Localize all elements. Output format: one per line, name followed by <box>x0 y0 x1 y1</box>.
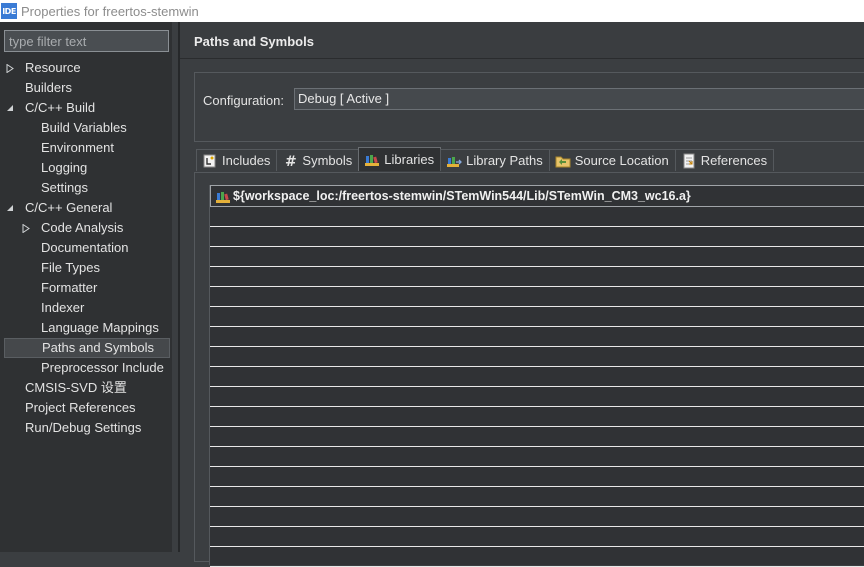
tree-item-label: Environment <box>41 140 114 155</box>
title-bar: IDE Properties for freertos-stemwin <box>0 0 864 22</box>
tree-item-label: Code Analysis <box>41 220 124 235</box>
expanded-triangle-icon[interactable] <box>5 198 15 218</box>
tree-item-label: Project References <box>25 400 136 415</box>
filter-input[interactable] <box>4 30 169 52</box>
tree-item[interactable]: File Types <box>0 258 172 278</box>
tree-item[interactable]: Run/Debug Settings <box>0 418 172 438</box>
empty-row <box>210 487 864 507</box>
tab-label: Includes <box>222 153 271 168</box>
tree-item-label: Builders <box>25 80 72 95</box>
tree-item-label: Settings <box>41 180 88 195</box>
tree-item[interactable]: Paths and Symbols <box>4 338 170 358</box>
tab-label: Source Location <box>574 153 669 168</box>
empty-row <box>210 267 864 287</box>
tree-item[interactable]: Preprocessor Include <box>0 358 172 378</box>
library-icon <box>364 152 380 168</box>
tab-references[interactable]: References <box>674 149 775 171</box>
tab-label: Library Paths <box>466 153 543 168</box>
expanded-triangle-icon[interactable] <box>5 98 15 118</box>
tab-label: References <box>700 153 768 168</box>
tab-strip: Includes # Symbols Libraries Library Paths So… <box>196 147 775 172</box>
window-title: Properties for freertos-stemwin <box>21 3 199 19</box>
tree-item-label: Documentation <box>41 240 129 255</box>
tree-item-label: Language Mappings <box>41 320 159 335</box>
tree-item-label: C/C++ General <box>25 200 113 215</box>
tree-item-label: Run/Debug Settings <box>25 420 142 435</box>
tree-item-label: Indexer <box>41 300 85 315</box>
tree-item-label: File Types <box>41 260 101 275</box>
tree-item-label: Resource <box>25 60 81 75</box>
folder-icon <box>555 153 571 169</box>
empty-row <box>210 247 864 267</box>
empty-row <box>210 287 864 307</box>
tree-item[interactable]: Resource <box>0 58 172 78</box>
collapsed-triangle-icon[interactable] <box>21 218 31 238</box>
collapsed-triangle-icon[interactable] <box>5 58 15 78</box>
tree-item-label: Logging <box>41 160 88 175</box>
empty-row <box>210 207 864 227</box>
empty-row <box>210 447 864 467</box>
empty-row <box>210 547 864 567</box>
tree-item-label: Paths and Symbols <box>42 340 155 355</box>
empty-row <box>210 527 864 547</box>
tab-label: Libraries <box>384 152 435 167</box>
property-page: Paths and Symbols Configuration: Debug [… <box>180 22 864 567</box>
libraries-list[interactable]: ${workspace_loc:/freertos-stemwin/STemWi… <box>209 185 864 567</box>
tree-item-label: C/C++ Build <box>25 100 96 115</box>
empty-row <box>210 427 864 447</box>
library-row[interactable]: ${workspace_loc:/freertos-stemwin/STemWi… <box>210 185 864 207</box>
tab-libraries[interactable]: Libraries <box>358 147 442 171</box>
tab-includes[interactable]: Includes <box>196 149 278 171</box>
includes-icon <box>202 153 218 169</box>
library-icon <box>215 189 231 203</box>
empty-row <box>210 467 864 487</box>
tree-item-label: Build Variables <box>41 120 127 135</box>
empty-row <box>210 367 864 387</box>
tree-item[interactable]: Language Mappings <box>0 318 172 338</box>
references-icon <box>681 153 697 169</box>
tab-library-paths[interactable]: Library Paths <box>440 149 550 171</box>
tree-item[interactable]: Logging <box>0 158 172 178</box>
empty-row <box>210 407 864 427</box>
tree-item[interactable]: Build Variables <box>0 118 172 138</box>
configuration-label: Configuration: <box>203 93 284 108</box>
tree-item[interactable]: Settings <box>0 178 172 198</box>
configuration-select[interactable]: Debug [ Active ] <box>294 88 864 110</box>
tree-item[interactable]: Environment <box>0 138 172 158</box>
libraries-panel: ${workspace_loc:/freertos-stemwin/STemWi… <box>194 172 864 567</box>
tree-item-label: CMSIS-SVD 设置 <box>25 380 127 395</box>
tree-item-label: Formatter <box>41 280 98 295</box>
tree-item[interactable]: C/C++ Build <box>0 98 172 118</box>
tab-symbols[interactable]: # Symbols <box>276 149 360 171</box>
navigation-pane: Resource Builders C/C++ Build Build Variabl… <box>0 22 178 552</box>
tree-item[interactable]: Builders <box>0 78 172 98</box>
library-path-icon <box>446 153 463 169</box>
tree-item[interactable]: Formatter <box>0 278 172 298</box>
library-path: ${workspace_loc:/freertos-stemwin/STemWi… <box>233 189 691 203</box>
tree-item[interactable]: Indexer <box>0 298 172 318</box>
empty-row <box>210 387 864 407</box>
empty-row <box>210 227 864 247</box>
empty-row <box>210 307 864 327</box>
configuration-group: Configuration: Debug [ Active ] <box>194 72 864 142</box>
tab-source-location[interactable]: Source Location <box>548 149 676 171</box>
property-tree: Resource Builders C/C++ Build Build Variabl… <box>0 58 172 438</box>
page-title: Paths and Symbols <box>194 34 314 49</box>
tree-item[interactable]: C/C++ General <box>0 198 172 218</box>
tree-item[interactable]: Code Analysis <box>0 218 172 238</box>
tree-item[interactable]: Documentation <box>0 238 172 258</box>
ide-app-icon: IDE <box>1 3 17 19</box>
tab-label: Symbols <box>302 153 353 168</box>
empty-row <box>210 347 864 367</box>
svg-text:#: # <box>285 154 297 169</box>
tree-item[interactable]: CMSIS-SVD 设置 <box>0 378 172 398</box>
tree-item[interactable]: Project References <box>0 398 172 418</box>
empty-row <box>210 507 864 527</box>
empty-row <box>210 327 864 347</box>
tree-item-label: Preprocessor Include <box>41 360 164 375</box>
page-header: Paths and Symbols <box>180 22 864 59</box>
hash-icon: # <box>282 153 298 169</box>
